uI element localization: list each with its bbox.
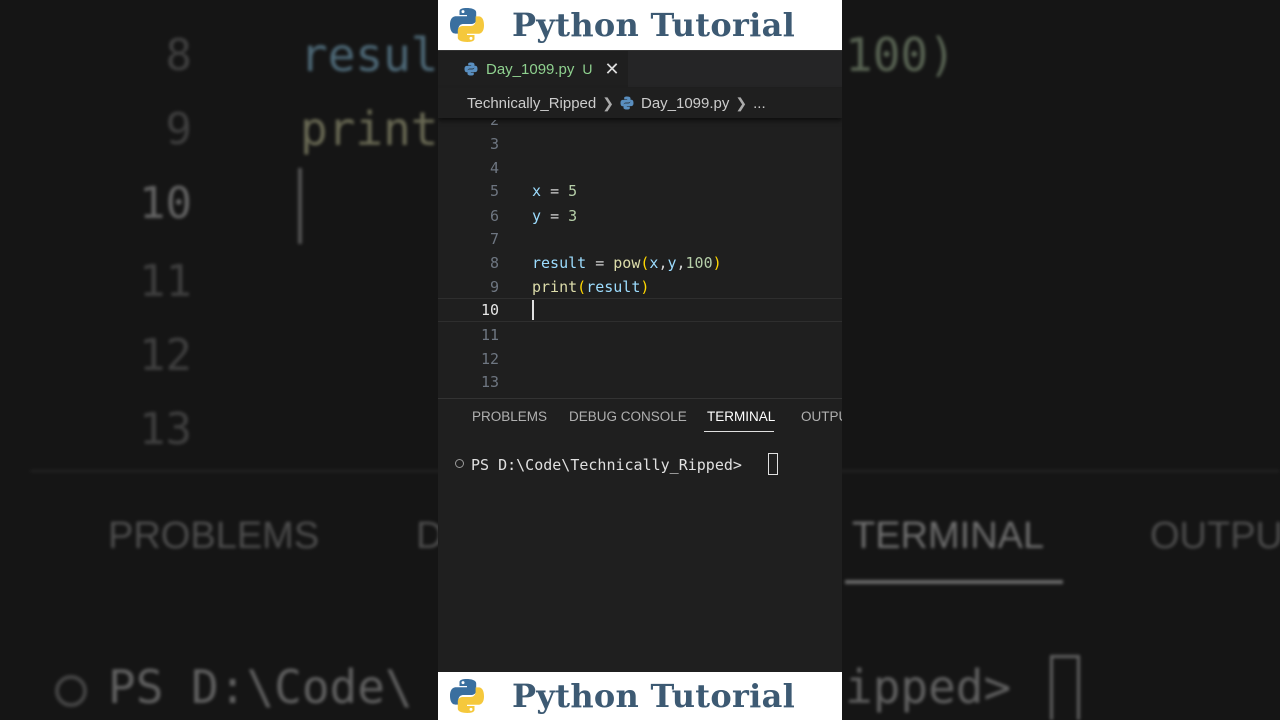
chevron-right-icon: ❯ bbox=[735, 94, 748, 111]
line-number: 5 bbox=[489, 182, 499, 200]
top-banner: Python Tutorial bbox=[438, 0, 842, 50]
editor-tab-bar: Day_1099.py U ✕ bbox=[438, 50, 842, 87]
bg-tab-terminal: TERMINAL bbox=[852, 515, 1045, 557]
bg-line-number: 13 bbox=[139, 404, 192, 455]
bg-line-number: 12 bbox=[139, 330, 192, 381]
bg-tab-problems: PROBLEMS bbox=[108, 515, 320, 557]
banner-title: Python Tutorial bbox=[512, 677, 796, 715]
code-line: 7 bbox=[438, 227, 842, 251]
tab-debug-console[interactable]: DEBUG CONSOLE bbox=[569, 409, 687, 424]
tab-terminal[interactable]: TERMINAL bbox=[707, 409, 775, 424]
bg-code-line-tail: 100) bbox=[845, 28, 956, 82]
active-tab-indicator bbox=[704, 431, 774, 432]
breadcrumb-folder[interactable]: Technically_Ripped bbox=[467, 95, 596, 112]
bg-terminal-status-icon bbox=[55, 675, 87, 707]
code-line: 2 bbox=[438, 120, 842, 132]
bg-terminal-prompt: PS D:\Code\ bbox=[108, 660, 413, 714]
code-editor[interactable]: 2 3 4 5 x = 5 6 y = 3 7 8 result = pow(x… bbox=[438, 120, 842, 395]
terminal-status-icon bbox=[455, 459, 464, 468]
code-line: 8 result = pow(x,y,100) bbox=[438, 251, 842, 275]
python-file-icon bbox=[464, 62, 478, 76]
line-number: 3 bbox=[489, 135, 499, 153]
bg-line-number: 9 bbox=[165, 104, 193, 155]
bg-terminal-cursor bbox=[1050, 655, 1080, 720]
code-line: 5 x = 5 bbox=[438, 179, 842, 203]
python-file-icon bbox=[620, 96, 634, 110]
modified-badge: U bbox=[582, 61, 593, 77]
line-number: 6 bbox=[489, 207, 499, 225]
bg-tab-underline bbox=[845, 580, 1063, 584]
line-number: 7 bbox=[489, 230, 499, 248]
python-logo-icon bbox=[450, 8, 484, 42]
code-text: y = 3 bbox=[532, 207, 578, 225]
bg-line-number: 11 bbox=[139, 256, 192, 307]
code-text: result = pow(x,y,100) bbox=[532, 254, 722, 272]
line-number: 4 bbox=[489, 159, 499, 177]
text-caret bbox=[532, 300, 534, 320]
code-line: 3 bbox=[438, 132, 842, 156]
current-code-line: 10 bbox=[438, 298, 842, 322]
code-line: 12 bbox=[438, 347, 842, 371]
terminal[interactable]: PS D:\Code\Technically_Ripped> bbox=[438, 452, 842, 482]
banner-title: Python Tutorial bbox=[512, 6, 796, 44]
video-panel: Python Tutorial Day_1099.py U ✕ Technica… bbox=[438, 0, 842, 720]
breadcrumb: Technically_Ripped ❯ Day_1099.py ❯ ... bbox=[438, 88, 842, 118]
editor-tab-day-1099[interactable]: Day_1099.py U ✕ bbox=[438, 51, 628, 87]
panel-tab-bar: PROBLEMS DEBUG CONSOLE TERMINAL OUTPUT bbox=[438, 398, 842, 435]
line-number: 10 bbox=[480, 301, 499, 319]
code-line: 6 y = 3 bbox=[438, 204, 842, 228]
chevron-right-icon: ❯ bbox=[602, 94, 614, 111]
code-line: 13 bbox=[438, 370, 842, 394]
terminal-prompt: PS D:\Code\Technically_Ripped> bbox=[471, 456, 742, 474]
bg-terminal-prompt-tail: ipped> bbox=[845, 660, 1012, 714]
bg-line-number: 8 bbox=[165, 30, 193, 81]
python-logo-icon bbox=[450, 679, 484, 713]
code-text: print(result) bbox=[532, 278, 650, 296]
code-line: 4 bbox=[438, 156, 842, 180]
tab-output[interactable]: OUTPUT bbox=[801, 409, 842, 424]
terminal-cursor bbox=[768, 453, 778, 475]
code-line: 11 bbox=[438, 323, 842, 347]
breadcrumb-more[interactable]: ... bbox=[753, 95, 766, 112]
bg-code-line: print bbox=[300, 102, 439, 156]
bottom-banner: Python Tutorial bbox=[438, 672, 842, 720]
line-number: 9 bbox=[489, 278, 499, 296]
bg-tab-output: OUTPU bbox=[1150, 515, 1280, 557]
code-text: x = 5 bbox=[532, 182, 578, 200]
tab-problems[interactable]: PROBLEMS bbox=[472, 409, 547, 424]
breadcrumb-file[interactable]: Day_1099.py bbox=[641, 95, 729, 112]
line-number: 13 bbox=[480, 373, 499, 391]
bg-code-line: resul bbox=[300, 28, 439, 82]
code-line: 9 print(result) bbox=[438, 275, 842, 299]
close-tab-icon[interactable]: ✕ bbox=[605, 59, 620, 80]
line-number: 8 bbox=[489, 254, 499, 272]
line-number: 12 bbox=[480, 350, 499, 368]
bg-editor-caret bbox=[298, 168, 302, 244]
line-number: 11 bbox=[480, 326, 499, 344]
line-number: 2 bbox=[489, 120, 499, 129]
tab-filename: Day_1099.py bbox=[486, 60, 575, 78]
bg-line-number: 10 bbox=[139, 178, 192, 229]
